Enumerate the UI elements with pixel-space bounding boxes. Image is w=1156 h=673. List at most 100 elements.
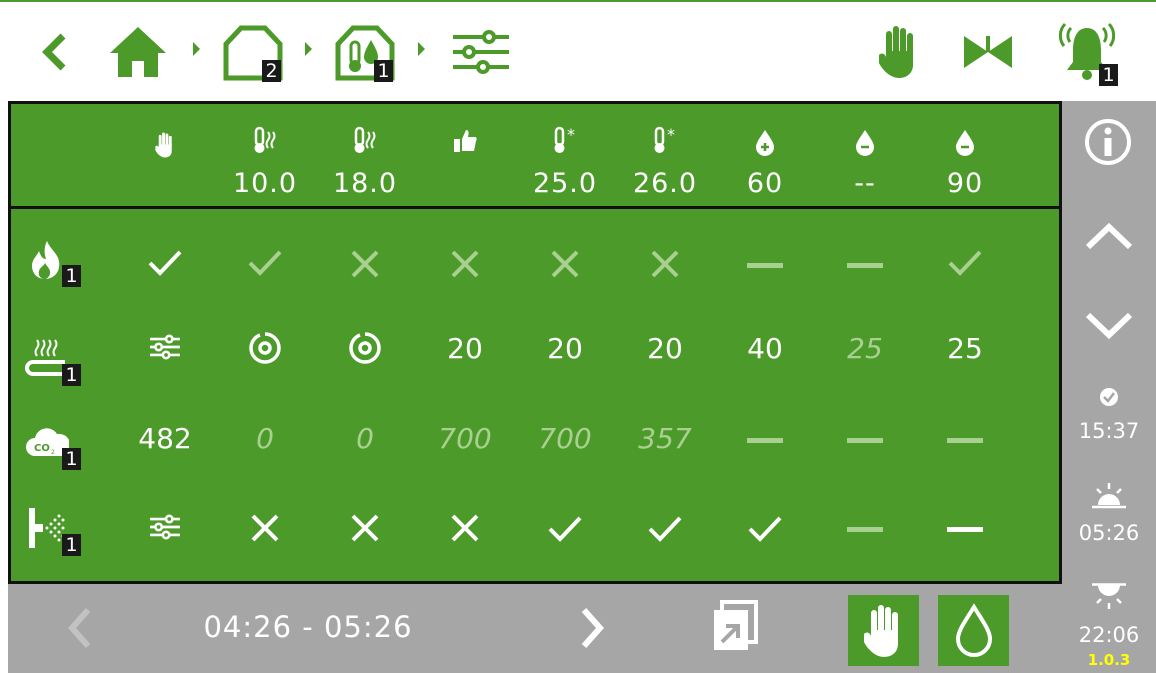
misting-sprayer-icon[interactable]: 1 <box>25 504 85 560</box>
thermometer-sun-icon: * <box>515 125 615 160</box>
header-value: -- <box>854 168 876 199</box>
humidity-mode-button[interactable] <box>938 595 1009 666</box>
greenhouse-icon[interactable]: 2 <box>218 20 288 84</box>
table-cell[interactable]: 0 <box>315 422 415 455</box>
header-value: 10.0 <box>232 168 298 199</box>
header-value: 26.0 <box>632 168 698 199</box>
climate-zone-icon[interactable]: 1 <box>330 20 400 84</box>
alarm-count-badge: 1 <box>1099 64 1118 86</box>
cross-icon[interactable] <box>315 512 415 551</box>
dash-placeholder[interactable] <box>815 422 915 456</box>
footer-bar: 04:26 - 05:26 <box>8 581 1062 673</box>
humidity-minus-icon <box>915 128 1015 160</box>
humidity-minus-icon <box>815 128 915 160</box>
swirl-icon[interactable] <box>215 328 315 375</box>
header-value: 18.0 <box>332 168 398 199</box>
heating-flame-icon[interactable]: 1 <box>29 239 85 289</box>
home-icon[interactable] <box>108 20 168 84</box>
swirl-icon[interactable] <box>315 328 415 375</box>
table-cell[interactable]: 482 <box>115 422 215 455</box>
dash-placeholder[interactable] <box>915 422 1015 456</box>
row-badge: 1 <box>62 534 81 556</box>
dash-placeholder[interactable] <box>715 248 815 280</box>
row-badge: 1 <box>62 265 81 287</box>
cross-icon[interactable] <box>515 248 615 287</box>
dash-placeholder[interactable] <box>715 422 815 456</box>
valve-icon[interactable] <box>961 20 1015 84</box>
thumbs-up-icon <box>415 128 515 158</box>
manual-hand-icon[interactable] <box>872 20 926 84</box>
cross-icon[interactable] <box>215 512 315 551</box>
thermometer-heat-icon <box>315 126 415 160</box>
header-value: 90 <box>946 168 984 199</box>
previous-period-icon[interactable] <box>64 606 94 654</box>
settings-sliders-icon[interactable] <box>115 332 215 369</box>
thermometer-heat-icon <box>215 126 315 160</box>
breadcrumb-separator <box>305 42 312 56</box>
table-cell[interactable]: 20 <box>515 332 615 365</box>
sunrise-time: 05:26 <box>1078 521 1140 545</box>
version-label: 1.0.3 <box>1087 651 1131 669</box>
sunset-time: 22:06 <box>1078 623 1140 647</box>
cross-icon[interactable] <box>315 248 415 287</box>
svg-text:*: * <box>667 126 675 144</box>
settings-sliders-icon[interactable] <box>115 512 215 549</box>
sunrise-icon <box>1092 481 1126 513</box>
dash-placeholder[interactable] <box>815 512 915 544</box>
header-separator <box>11 206 1062 209</box>
check-icon[interactable] <box>715 514 815 551</box>
next-period-icon[interactable] <box>578 606 608 654</box>
alarm-bell-icon[interactable]: 1 <box>1052 20 1122 86</box>
back-chevron-icon[interactable] <box>34 20 74 84</box>
table-cell[interactable]: 25 <box>915 332 1015 365</box>
cross-icon[interactable] <box>415 512 515 551</box>
climate-strategy-table: 10.0 18.0 * 25.0 * 26.0 60 -- 90 1 1 CO 2… <box>8 101 1062 581</box>
heating-pipe-icon[interactable]: 1 <box>25 336 85 386</box>
humidity-plus-icon <box>715 128 815 160</box>
scroll-up-icon[interactable] <box>1084 221 1134 255</box>
info-icon[interactable] <box>1083 117 1133 171</box>
header-value: 60 <box>746 168 784 199</box>
right-sidebar: 15:37 05:26 22:06 1.0.3 <box>1062 101 1156 673</box>
breadcrumb-separator <box>193 42 200 56</box>
hand-icon <box>863 604 898 657</box>
thermometer-sun-icon: * <box>615 125 715 160</box>
svg-text:*: * <box>567 126 575 144</box>
table-cell[interactable]: 357 <box>615 422 715 455</box>
table-cell[interactable]: 25 <box>815 332 915 365</box>
cross-icon[interactable] <box>615 248 715 287</box>
breadcrumb-separator <box>418 42 425 56</box>
time-range-label: 04:26 - 05:26 <box>203 610 413 644</box>
table-cell[interactable]: 20 <box>615 332 715 365</box>
check-icon[interactable] <box>215 248 315 285</box>
header-value: 25.0 <box>532 168 598 199</box>
table-cell[interactable]: 40 <box>715 332 815 365</box>
check-icon[interactable] <box>515 514 615 551</box>
row-badge: 1 <box>62 364 81 386</box>
table-cell[interactable]: 20 <box>415 332 515 365</box>
check-icon[interactable] <box>615 514 715 551</box>
water-drop-icon <box>955 602 992 657</box>
hand-icon <box>115 132 215 162</box>
settings-sliders-icon[interactable] <box>446 20 516 84</box>
open-external-icon[interactable] <box>712 600 758 656</box>
top-navigation-bar: 2 1 1 <box>0 2 1156 98</box>
scroll-down-icon[interactable] <box>1084 311 1134 345</box>
clock-check-icon <box>1099 387 1119 411</box>
check-icon[interactable] <box>115 248 215 285</box>
dash-placeholder[interactable] <box>915 512 1015 544</box>
table-cell[interactable]: 700 <box>415 422 515 455</box>
svg-text:CO: CO <box>34 443 50 454</box>
co2-cloud-icon[interactable]: CO 2 1 <box>25 422 85 472</box>
sunset-icon <box>1092 583 1126 615</box>
dash-placeholder[interactable] <box>815 248 915 280</box>
check-icon[interactable] <box>915 248 1015 285</box>
cross-icon[interactable] <box>415 248 515 287</box>
manual-mode-button[interactable] <box>848 595 919 666</box>
greenhouse-count-badge: 2 <box>262 60 281 82</box>
svg-text:2: 2 <box>51 449 55 456</box>
table-cell[interactable]: 0 <box>215 422 315 455</box>
zone-count-badge: 1 <box>374 60 393 82</box>
row-badge: 1 <box>62 448 81 470</box>
table-cell[interactable]: 700 <box>515 422 615 455</box>
